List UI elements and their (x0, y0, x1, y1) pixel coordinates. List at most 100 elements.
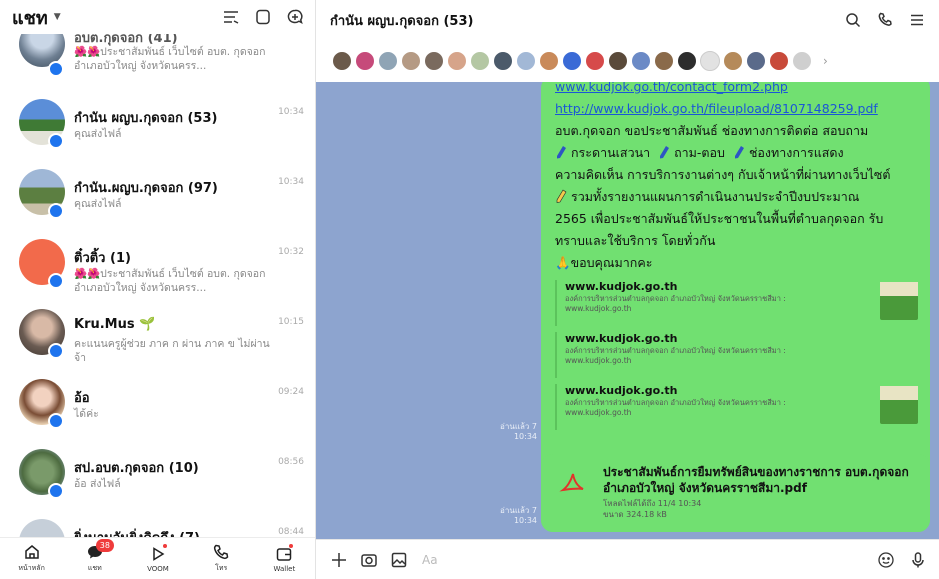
member-avatar[interactable] (332, 51, 352, 71)
chat-name: Kru.Mus 🌱 (74, 317, 156, 332)
preview-url: www.kudjok.go.th (565, 356, 632, 365)
message-time: 10:34 (513, 432, 537, 441)
file-name: ประชาสัมพันธ์การยืมทรัพย์สินของทางราชการ… (603, 465, 909, 495)
member-avatar[interactable] (608, 51, 628, 71)
member-avatar[interactable] (700, 51, 720, 71)
file-message-bubble[interactable]: ประชาสัมพันธ์การยืมทรัพย์สินของทางราชการ… (541, 454, 930, 532)
nav-home[interactable]: หน้าหลัก (7, 543, 57, 574)
unread-badge: 38 (95, 539, 114, 552)
group-badge-icon (48, 203, 64, 219)
preview-title: www.kudjok.go.th (565, 280, 678, 293)
group-badge-icon (48, 413, 64, 429)
nav-voom[interactable]: VOOM (133, 543, 183, 573)
group-badge-icon (48, 61, 64, 77)
chat-preview: 🌺🌺ประชาสัมพันธ์ เว็บไซต์ อบต. กุดจอก อำเ… (74, 46, 266, 72)
member-avatar[interactable] (585, 51, 605, 71)
member-avatar[interactable] (769, 51, 789, 71)
read-receipt: อ่านแล้ว 7 10:34 (500, 506, 537, 526)
member-avatar[interactable] (631, 51, 651, 71)
read-receipt: อ่านแล้ว 7 10:34 (500, 422, 537, 442)
member-avatar-strip: › (316, 40, 939, 82)
chat-room-pane: www.kudjok.go.th/contact_form2.php http:… (316, 0, 939, 579)
nav-wallet[interactable]: Wallet (259, 543, 309, 573)
chat-time: 08:56 (278, 457, 304, 467)
notification-dot (289, 543, 294, 548)
channel-item: ช่องทางการแสดง (748, 145, 844, 160)
image-icon[interactable] (390, 551, 408, 569)
chat-name: สป.อบต.กุดจอก (10) (74, 461, 199, 476)
nav-voom-label: VOOM (147, 564, 169, 573)
channel-item: ถาม-ตอบ (674, 145, 725, 160)
member-avatar[interactable] (654, 51, 674, 71)
member-avatar[interactable] (746, 51, 766, 71)
member-avatar[interactable] (562, 51, 582, 71)
nav-calls-label: โทร (215, 564, 228, 572)
member-avatar[interactable] (424, 51, 444, 71)
preview-description: องค์การบริหารส่วนตำบลกุดจอก อำเภอบัวใหญ่… (565, 294, 786, 303)
message-link[interactable]: http://www.kudjok.go.th/fileupload/81071… (555, 98, 916, 120)
member-avatar[interactable] (447, 51, 467, 71)
chat-item-tiwtiw[interactable]: ติ๋วติ้ว (1) 🌺🌺ประชาสัมพันธ์ เว็บไซต์ อบ… (0, 229, 315, 299)
chat-preview: คะแนนครูผู้ช่วย ภาค ก ผ่าน ภาค ข ไม่ผ่าน… (74, 338, 270, 364)
message-time: 10:34 (513, 516, 537, 525)
chat-list-header: แชท ▼ (0, 0, 315, 34)
chat-name: ติ๋วติ้ว (1) (74, 251, 131, 266)
chat-item-krumus[interactable]: Kru.Mus 🌱 คะแนนครูผู้ช่วย ภาค ก ผ่าน ภาค… (0, 299, 315, 369)
message-line: ความคิดเห็น การบริการงานต่างๆ กับเจ้าหน้… (555, 167, 891, 182)
filter-list-icon[interactable] (222, 8, 240, 26)
member-avatar[interactable] (470, 51, 490, 71)
member-avatar[interactable] (723, 51, 743, 71)
chat-name: อ้อ (74, 391, 90, 406)
message-input[interactable] (422, 546, 872, 573)
member-avatar[interactable] (677, 51, 697, 71)
room-title[interactable]: กำนัน ผญบ.กุดจอก (53) (330, 10, 473, 31)
new-chat-icon[interactable] (286, 8, 304, 26)
chat-item-or[interactable]: อ้อ ได้ค่ะ 09:24 (0, 369, 315, 439)
bottom-nav: หน้าหลัก 38 แชท VOOM โทร Wallet (0, 537, 315, 579)
chevron-down-icon[interactable]: ▼ (54, 12, 61, 22)
pdf-file-icon (559, 473, 584, 492)
link-preview-card[interactable]: www.kudjok.go.th องค์การบริหารส่วนตำบลกุ… (555, 332, 916, 378)
member-avatar[interactable] (378, 51, 398, 71)
link-preview-card[interactable]: www.kudjok.go.th องค์การบริหารส่วนตำบลกุ… (555, 280, 918, 326)
camera-icon[interactable] (360, 551, 378, 569)
chat-item-sp-kudjok[interactable]: สป.อบต.กุดจอก (10) อ้อ ส่งไฟล์ 08:56 (0, 439, 315, 509)
message-line: 2565 เพื่อประชาสัมพันธ์ให้ประชาชนในพื้นท… (555, 211, 884, 226)
chat-item-kudjok-41[interactable]: อบต.กุดจอก (41) 🌺🌺ประชาสัมพันธ์ เว็บไซต์… (0, 21, 315, 89)
read-count: อ่านแล้ว 7 (500, 422, 537, 431)
plus-icon[interactable] (330, 551, 348, 569)
nav-wallet-label: Wallet (273, 564, 296, 573)
chevron-right-icon[interactable]: › (823, 54, 828, 68)
member-avatar[interactable] (355, 51, 375, 71)
pencil-icon (734, 146, 744, 159)
message-area: www.kudjok.go.th/contact_form2.php http:… (316, 76, 939, 539)
member-avatar[interactable] (493, 51, 513, 71)
emoji-icon[interactable] (877, 551, 895, 569)
member-avatar[interactable] (792, 51, 812, 71)
nav-calls[interactable]: โทร (196, 543, 246, 574)
link-preview-card[interactable]: www.kudjok.go.th องค์การบริหารส่วนตำบลกุ… (555, 384, 918, 430)
pencil-icon (660, 146, 670, 159)
chat-time: 09:24 (278, 387, 304, 397)
channel-item: กระดานเสวนา (570, 145, 651, 160)
chat-preview: อ้อ ส่งไฟล์ (74, 478, 121, 490)
menu-icon[interactable] (909, 12, 925, 28)
preview-description: องค์การบริหารส่วนตำบลกุดจอก อำเภอบัวใหญ่… (565, 346, 786, 355)
chat-item-kamnan-53[interactable]: กำนัน ผญบ.กุดจอก (53) คุณส่งไฟล์ 10:34 (0, 89, 315, 159)
member-avatar[interactable] (516, 51, 536, 71)
member-avatar[interactable] (539, 51, 559, 71)
file-size: ขนาด 324.18 kB (603, 510, 667, 519)
nav-chats[interactable]: 38 แชท (70, 539, 120, 574)
chat-time: 10:32 (278, 247, 304, 257)
chat-name: กำนัน ผญบ.กุดจอก (53) (74, 111, 218, 126)
phone-icon (214, 544, 229, 560)
phone-icon[interactable] (877, 12, 893, 28)
microphone-icon[interactable] (909, 551, 927, 569)
chat-time: 10:34 (278, 107, 304, 117)
member-avatar[interactable] (401, 51, 421, 71)
new-note-icon[interactable] (254, 8, 272, 26)
chat-item-kamnan-97[interactable]: กำนัน.ผญบ.กุดจอก (97) คุณส่งไฟล์ 10:34 (0, 159, 315, 229)
search-icon[interactable] (845, 12, 861, 28)
chat-time: 10:34 (278, 177, 304, 187)
preview-url: www.kudjok.go.th (565, 408, 632, 417)
